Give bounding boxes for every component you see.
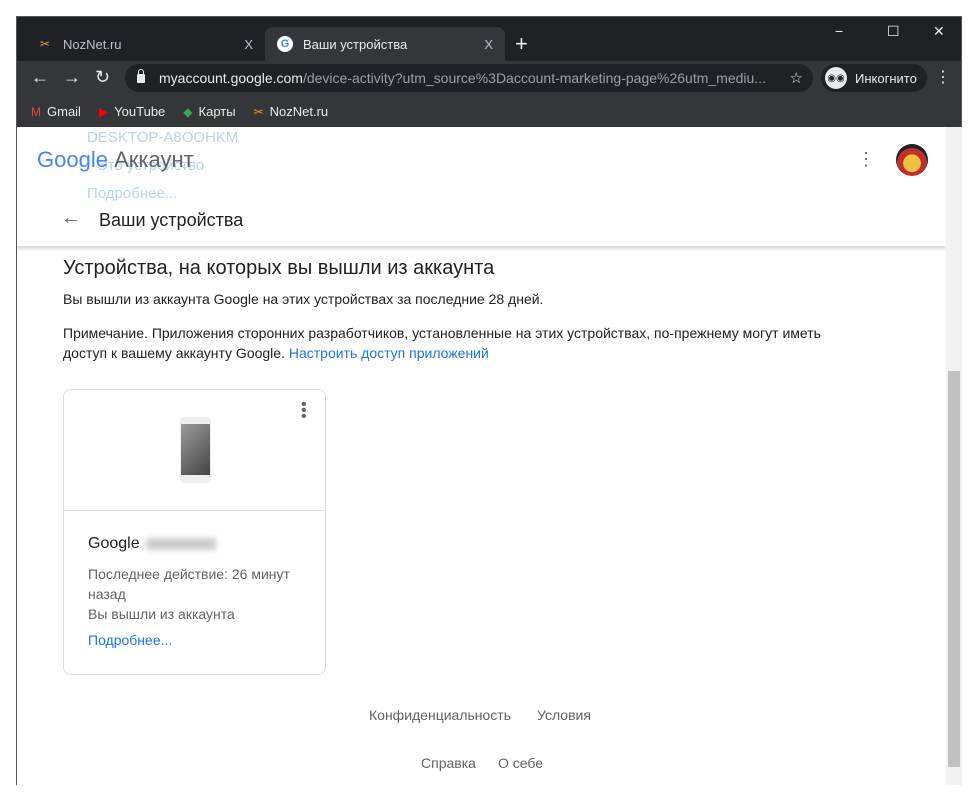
note-paragraph: Примечание. Приложения сторонних разрабо… — [63, 323, 863, 363]
tab-close-button[interactable]: X — [244, 37, 253, 52]
device-name-text: Google — [88, 535, 140, 552]
tab-close-button[interactable]: X — [484, 37, 493, 52]
bookmark-label: Карты — [198, 103, 236, 119]
logo-product: Аккаунт — [114, 147, 194, 172]
gmail-icon: M — [31, 104, 41, 119]
ghost-more-link: Подробнее... — [87, 185, 178, 202]
terms-link[interactable]: Условия — [537, 707, 591, 723]
bookmark-youtube[interactable]: ▶ YouTube — [99, 104, 165, 119]
youtube-icon: ▶ — [98, 104, 109, 119]
tab-strip: ✂ NozNet.ru X G Ваши устройства X + − ☐ … — [17, 17, 961, 61]
url-host: myaccount.google.com — [159, 70, 303, 86]
tab-title: NozNet.ru — [63, 36, 122, 52]
maximize-button[interactable]: ☐ — [887, 23, 900, 40]
forward-icon[interactable]: → — [63, 67, 81, 88]
close-window-button[interactable]: ✕ — [933, 23, 945, 40]
apps-menu-icon[interactable]: ⋮ — [857, 149, 875, 170]
new-tab-button[interactable]: + — [515, 31, 528, 57]
device-details-link[interactable]: Подробнее... — [88, 632, 172, 648]
browser-window: ✂ NozNet.ru X G Ваши устройства X + − ☐ … — [16, 16, 962, 785]
device-card-image: • • • — [64, 390, 325, 511]
reload-icon[interactable]: ↻ — [95, 67, 110, 88]
lock-icon — [137, 68, 145, 83]
back-arrow-icon[interactable]: ← — [61, 207, 81, 230]
logo-google: Google — [37, 147, 108, 172]
bookmark-gmail[interactable]: M Gmail — [31, 104, 81, 119]
device-name: Google — [88, 535, 216, 553]
url-path: /device-activity?utm_source%3Daccount-ma… — [302, 70, 766, 86]
bookmark-maps[interactable]: ◆ Карты — [183, 104, 235, 119]
last-activity: Последнее действие: 26 минут назад — [88, 566, 290, 602]
intro-text: Вы вышли из аккаунта Google на этих устр… — [63, 291, 544, 307]
help-link[interactable]: Справка — [421, 755, 476, 771]
address-bar[interactable]: myaccount.google.com/device-activity?utm… — [125, 64, 813, 92]
app-access-link[interactable]: Настроить доступ приложений — [289, 345, 489, 361]
scrollbar[interactable] — [946, 127, 962, 785]
bookmark-label: Gmail — [47, 103, 81, 119]
page-title: Ваши устройства — [99, 210, 244, 230]
bookmark-label: NozNet.ru — [269, 103, 329, 119]
ghost-device-name: DESKTOP-A8OOHKM — [87, 129, 239, 146]
device-info: Последнее действие: 26 минут назад Вы вы… — [88, 564, 308, 624]
device-status: Вы вышли из аккаунта — [88, 606, 235, 622]
google-icon: G — [277, 36, 293, 52]
bookmark-label: YouTube — [114, 103, 166, 119]
tab-devices[interactable]: G Ваши устройства X — [265, 27, 505, 61]
about-link[interactable]: О себе — [498, 755, 543, 771]
tab-title: Ваши устройства — [303, 36, 408, 52]
blurred-model — [145, 537, 216, 550]
device-card[interactable]: • • • Google Последнее действие: 26 минут … — [63, 389, 326, 675]
bookmark-noznet[interactable]: ✂ NozNet.ru — [254, 104, 329, 119]
minimize-button[interactable]: − — [835, 23, 843, 39]
toolbar: ← → ↻ myaccount.google.com/device-activi… — [17, 61, 961, 95]
back-icon[interactable]: ← — [31, 67, 49, 88]
tools-icon: ✂ — [253, 104, 264, 119]
incognito-label: Инкогнито — [855, 70, 917, 86]
page-content: ⋮ ← Ваши устройства DESKTOP-A8OOHKM Это … — [17, 127, 946, 785]
privacy-link[interactable]: Конфиденциальность — [369, 707, 511, 723]
scrollbar-thumb[interactable] — [948, 371, 960, 767]
incognito-badge[interactable]: ◉◉ Инкогнито — [821, 64, 927, 92]
tools-icon: ✂ — [39, 37, 51, 51]
maps-icon: ◆ — [183, 104, 193, 119]
section-heading: Устройства, на которых вы вышли из аккау… — [63, 257, 495, 279]
card-menu-icon[interactable]: • • • — [301, 397, 307, 425]
avatar[interactable] — [896, 144, 928, 176]
bookmarks-bar: M Gmail ▶ YouTube ◆ Карты ✂ NozNet.ru — [17, 95, 961, 127]
tab-noznet[interactable]: ✂ NozNet.ru X — [25, 27, 265, 61]
phone-icon — [180, 417, 211, 483]
star-icon[interactable]: ☆ — [790, 69, 803, 87]
google-account-logo[interactable]: Google Аккаунт — [37, 147, 194, 173]
incognito-icon: ◉◉ — [825, 67, 847, 89]
more-vert-icon[interactable]: ⋮ — [935, 67, 951, 87]
